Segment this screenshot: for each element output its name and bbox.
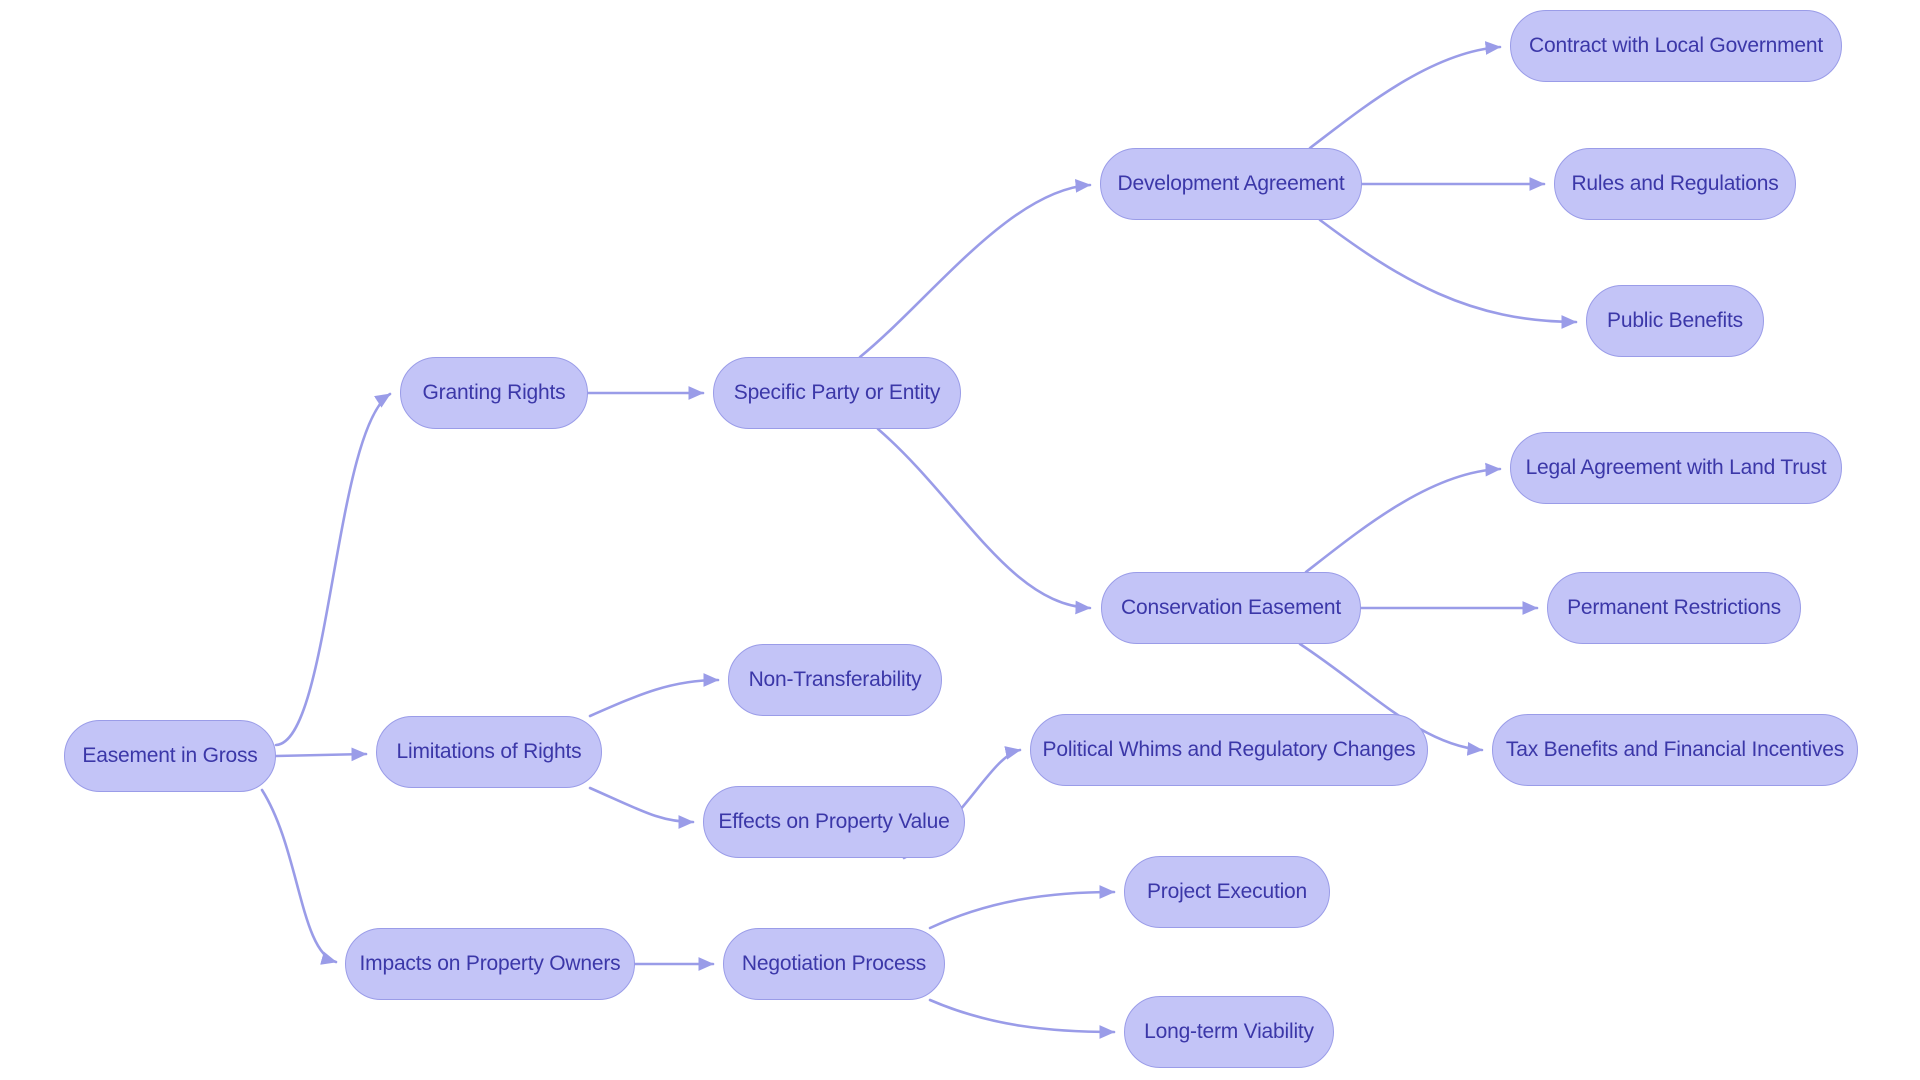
node-permanent-restrictions[interactable]: Permanent Restrictions — [1547, 572, 1801, 644]
node-label-long-term-viability: Long-term Viability — [1144, 1019, 1314, 1043]
node-political-whims-and-regulatory-changes[interactable]: Political Whims and Regulatory Changes — [1030, 714, 1428, 786]
node-label-project-execution: Project Execution — [1146, 879, 1308, 903]
node-label-tax-benefits-and-financial-incentives: Tax Benefits and Financial Incentives — [1505, 737, 1845, 761]
edge-root-impacts-on-property-owners — [260, 788, 338, 965]
node-label-impacts-on-property-owners: Impacts on Property Owners — [359, 951, 621, 975]
node-label-specific-party-or-entity: Specific Party or Entity — [733, 380, 941, 404]
node-label-political-whims-and-regulatory-changes: Political Whims and Regulatory Changes — [1042, 737, 1416, 761]
node-specific-party-or-entity[interactable]: Specific Party or Entity — [713, 357, 961, 429]
node-effects-on-property-value[interactable]: Effects on Property Value — [703, 786, 965, 858]
node-long-term-viability[interactable]: Long-term Viability — [1124, 996, 1334, 1068]
node-negotiation-process[interactable]: Negotiation Process — [723, 928, 945, 1000]
node-rules-and-regulations[interactable]: Rules and Regulations — [1554, 148, 1796, 220]
edge-limitations-effects-on-property-value — [588, 786, 695, 829]
node-label-public-benefits: Public Benefits — [1607, 308, 1743, 332]
node-label-easement-in-gross: Easement in Gross — [82, 743, 258, 767]
edge-negotiation-project-execution — [928, 885, 1116, 930]
node-label-effects-on-property-value: Effects on Property Value — [718, 809, 950, 833]
node-label-conservation-easement: Conservation Easement — [1121, 595, 1341, 619]
node-public-benefits[interactable]: Public Benefits — [1586, 285, 1764, 357]
node-label-rules-and-regulations: Rules and Regulations — [1571, 171, 1779, 195]
edge-specific-party-conservation-easement — [876, 427, 1092, 615]
edge-specific-party-development-agreement — [858, 179, 1092, 359]
node-tax-benefits-and-financial-incentives[interactable]: Tax Benefits and Financial Incentives — [1492, 714, 1858, 786]
node-project-execution[interactable]: Project Execution — [1124, 856, 1330, 928]
node-label-development-agreement: Development Agreement — [1117, 171, 1345, 195]
node-label-contract-with-local-government: Contract with Local Government — [1529, 33, 1823, 57]
node-label-non-transferability: Non-Transferability — [748, 667, 922, 691]
node-limitations-of-rights[interactable]: Limitations of Rights — [376, 716, 602, 788]
node-development-agreement[interactable]: Development Agreement — [1100, 148, 1362, 220]
edge-root-limitations-of-rights — [274, 747, 368, 762]
edge-development-agreement-public-benefits — [1318, 218, 1578, 329]
node-granting-rights[interactable]: Granting Rights — [400, 357, 588, 429]
edge-limitations-non-transferability — [588, 673, 720, 718]
node-label-negotiation-process: Negotiation Process — [741, 951, 927, 975]
edge-root-granting-rights — [274, 392, 392, 747]
edge-development-agreement-contract — [1308, 41, 1502, 150]
node-legal-agreement-with-land-trust[interactable]: Legal Agreement with Land Trust — [1510, 432, 1842, 504]
edge-negotiation-long-term-viability — [928, 998, 1116, 1039]
node-non-transferability[interactable]: Non-Transferability — [728, 644, 942, 716]
edge-group — [260, 41, 1578, 1039]
node-easement-in-gross[interactable]: Easement in Gross — [64, 720, 276, 792]
node-label-legal-agreement-with-land-trust: Legal Agreement with Land Trust — [1525, 455, 1827, 479]
mindmap-canvas: Easement in Gross Granting Rights Limitati… — [0, 0, 1920, 1080]
node-contract-with-local-government[interactable]: Contract with Local Government — [1510, 10, 1842, 82]
node-label-limitations-of-rights: Limitations of Rights — [396, 739, 582, 763]
node-label-permanent-restrictions: Permanent Restrictions — [1567, 595, 1781, 619]
node-impacts-on-property-owners[interactable]: Impacts on Property Owners — [345, 928, 635, 1000]
edge-conservation-easement-legal-agreement — [1304, 462, 1502, 574]
node-conservation-easement[interactable]: Conservation Easement — [1101, 572, 1361, 644]
node-label-granting-rights: Granting Rights — [422, 380, 566, 404]
